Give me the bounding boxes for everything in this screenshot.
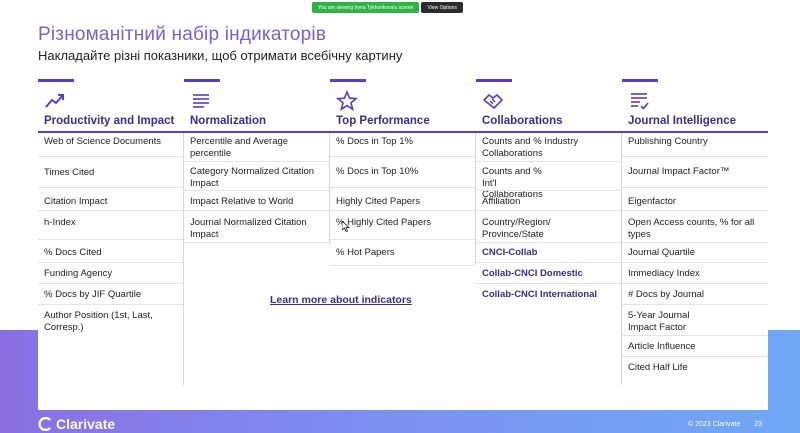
list-item: % Docs by JIF Quartile [44,289,142,300]
mouse-cursor-icon [342,221,350,232]
list-item: Publishing Country [628,136,708,147]
list-item: Web of Science Documents [44,136,162,147]
list-item: % Docs in Top 10% [336,166,419,177]
row-divider [476,242,621,243]
list-item-highlight: Collab-CNCI Domestic [482,268,583,279]
row-divider [38,283,183,284]
list-item: Article Influence [628,341,696,352]
list-item: Times Cited [44,167,95,178]
column-separator [183,133,184,385]
row-divider [622,210,768,211]
list-item: # Docs by Journal [628,289,705,300]
column-heading: Collaborations [482,115,563,127]
column-heading: Productivity and Impact [44,115,175,127]
list-item: 5-Year Journal Impact Factor [628,310,690,333]
list-item: Journal Quartile [628,247,696,258]
text-lines-icon [193,94,209,108]
learn-more-link[interactable]: Learn more about indicators [270,294,412,306]
list-item: % Docs Cited [44,247,102,258]
column-separator [475,133,476,265]
clarivate-logo-icon [38,417,51,431]
list-item: Funding Agency [44,268,113,279]
row-divider [330,239,475,240]
page-number: 23 [754,421,763,428]
list-item: Cited Half Life [628,362,688,373]
list-item: Journal Normalized Citation Impact [190,217,307,240]
list-item: Immediacy Index [628,268,700,279]
list-item: Counts and % Industry Collaborations [482,136,579,159]
list-item: Impact Relative to World [190,196,294,207]
row-divider [330,265,475,266]
list-item: Citation Impact [44,196,108,207]
column-accent-line [330,79,366,82]
view-options-button[interactable]: View Options [421,2,463,13]
row-divider [476,262,621,263]
column-separator [621,133,622,385]
row-divider [184,210,329,211]
column-top-performance: Top Performance [330,79,476,385]
row-divider [622,262,768,263]
row-divider [622,335,768,336]
row-divider [38,304,183,305]
row-divider [622,283,768,284]
star-icon [336,90,358,111]
slide-footer: © 2023 Clarivate 23 [688,421,762,428]
list-item: Country/Region/ Province/State [482,217,551,240]
row-divider [38,262,183,263]
row-divider [184,161,329,162]
screen-share-indicator: You are viewing Iryna Tykhonkova's scree… [312,2,420,13]
zoom-share-bar: You are viewing Iryna Tykhonkova's scree… [312,2,463,13]
column-productivity: Productivity and Impact [38,79,184,385]
row-divider [38,210,183,211]
list-item: Open Access counts, % for all types [628,217,755,240]
list-item: Author Position (1st, Last, Corresp.) [44,310,153,333]
row-divider [622,242,768,243]
list-item: Eigenfactor [628,196,677,207]
row-divider [38,156,183,157]
row-divider [38,239,183,240]
list-item-highlight: Collab-CNCI International [482,289,598,300]
list-item-highlight: CNCI-Collab [482,247,538,258]
list-item: h-Index [44,217,76,228]
row-divider [622,187,768,188]
column-accent-line [38,79,74,82]
column-heading: Top Performance [336,115,430,127]
copyright-text: © 2023 Clarivate [688,421,741,428]
list-item: % Hot Papers [336,247,395,258]
column-accent-line [184,79,220,82]
list-item: Category Normalized Citation Impact [190,166,315,189]
logo-text: Clarivate [56,416,116,432]
row-divider [38,187,183,188]
list-item: % Highly Cited Papers [336,217,432,228]
column-heading: Normalization [190,115,267,127]
list-item: Percentile and Average percentile [190,136,289,159]
row-divider [476,283,621,284]
row-divider [476,161,621,162]
handshake-icon [483,94,503,109]
list-item: Affiliation [482,196,521,207]
column-heading: Journal Intelligence [628,115,736,127]
indicators-card: Productivity and Impact Normalization To… [38,79,768,410]
checklist-icon [631,93,649,110]
list-item: % Docs in Top 1% [336,136,413,147]
trend-up-icon [45,94,64,108]
row-divider [330,187,475,188]
row-divider [622,356,768,357]
row-divider [184,242,329,243]
slide-subtitle: Накладайте різні показники, щоб отримати… [38,48,403,63]
list-item: Highly Cited Papers [336,196,420,207]
column-separator [329,133,330,244]
row-divider [476,210,621,211]
clarivate-logo: Clarivate [38,416,115,432]
row-divider [622,156,768,157]
row-divider [330,210,475,211]
row-divider [184,190,329,191]
row-divider [330,156,475,157]
list-item: Journal Impact Factor™ [628,166,730,177]
row-divider [476,190,621,191]
row-divider [622,304,768,305]
column-accent-line [622,79,658,82]
slide-title: Різноманітний набір індикаторів [38,24,327,45]
column-accent-line [476,79,512,82]
